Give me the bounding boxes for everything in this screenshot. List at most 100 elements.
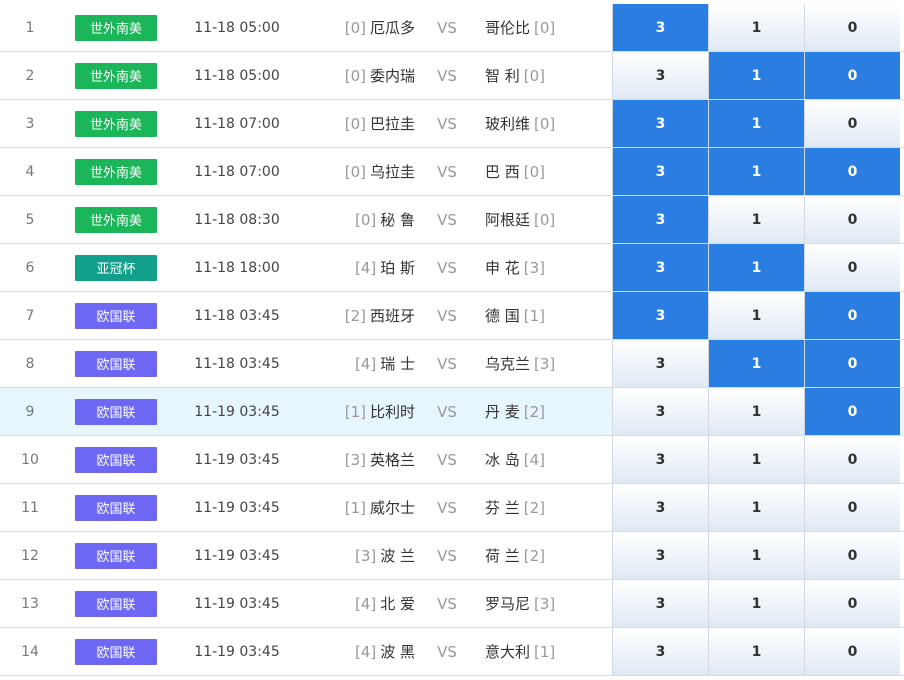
league-badge[interactable]: 欧国联	[75, 446, 157, 473]
away-team[interactable]: 阿根廷 [0]	[477, 196, 612, 243]
league-badge[interactable]: 欧国联	[75, 590, 157, 617]
vs-label: VS	[437, 258, 457, 277]
home-team[interactable]: [1] 威尔士	[302, 484, 417, 531]
away-team[interactable]: 冰 岛 [4]	[477, 436, 612, 483]
match-row: 6 亚冠杯 11-18 18:00 [4] 珀 斯 VS 申 花 [3] 3 1 0	[0, 244, 904, 292]
option-loss-button[interactable]: 0	[804, 52, 900, 99]
away-team[interactable]: 罗马尼 [3]	[477, 580, 612, 627]
match-number: 6	[25, 259, 35, 276]
option-loss-button[interactable]: 0	[804, 580, 900, 627]
away-team[interactable]: 芬 兰 [2]	[477, 484, 612, 531]
option-draw-button[interactable]: 1	[708, 196, 804, 243]
home-team[interactable]: [2] 西班牙	[302, 292, 417, 339]
league-badge[interactable]: 世外南美	[75, 14, 157, 41]
home-team[interactable]: [0] 委内瑞	[302, 52, 417, 99]
option-draw-button[interactable]: 1	[708, 52, 804, 99]
option-loss-button[interactable]: 0	[804, 340, 900, 387]
home-team-name: 委内瑞	[369, 67, 415, 85]
league-badge[interactable]: 世外南美	[75, 110, 157, 137]
home-team[interactable]: [4] 波 黑	[302, 628, 417, 675]
option-win-button[interactable]: 3	[612, 292, 708, 339]
option-loss-button[interactable]: 0	[804, 196, 900, 243]
league-badge[interactable]: 世外南美	[75, 158, 157, 185]
option-loss-button[interactable]: 0	[804, 292, 900, 339]
away-team[interactable]: 荷 兰 [2]	[477, 532, 612, 579]
league-badge[interactable]: 欧国联	[75, 398, 157, 425]
option-win-button[interactable]: 3	[612, 628, 708, 675]
away-team[interactable]: 德 国 [1]	[477, 292, 612, 339]
home-team-name: 秘 鲁	[380, 211, 415, 229]
option-win-button[interactable]: 3	[612, 52, 708, 99]
home-team[interactable]: [0] 厄瓜多	[302, 4, 417, 51]
option-loss-button[interactable]: 0	[804, 484, 900, 531]
option-draw-button[interactable]: 1	[708, 292, 804, 339]
home-team[interactable]: [0] 乌拉圭	[302, 148, 417, 195]
match-row: 9 欧国联 11-19 03:45 [1] 比利时 VS 丹 麦 [2] 3 1 0	[0, 388, 904, 436]
option-loss-button[interactable]: 0	[804, 148, 900, 195]
option-draw-button[interactable]: 1	[708, 340, 804, 387]
match-number: 8	[25, 355, 35, 372]
match-number: 11	[21, 499, 39, 516]
option-draw-button[interactable]: 1	[708, 148, 804, 195]
option-win-button[interactable]: 3	[612, 4, 708, 51]
option-win-button[interactable]: 3	[612, 196, 708, 243]
option-loss-button[interactable]: 0	[804, 628, 900, 675]
away-team[interactable]: 巴 西 [0]	[477, 148, 612, 195]
option-loss-button[interactable]: 0	[804, 4, 900, 51]
option-draw-button[interactable]: 1	[708, 628, 804, 675]
away-team[interactable]: 丹 麦 [2]	[477, 388, 612, 435]
option-win-button[interactable]: 3	[612, 436, 708, 483]
match-time: 11-19 03:45	[194, 451, 280, 468]
option-win-button[interactable]: 3	[612, 532, 708, 579]
home-team-name: 比利时	[369, 403, 415, 421]
away-team[interactable]: 乌克兰 [3]	[477, 340, 612, 387]
option-draw-button[interactable]: 1	[708, 436, 804, 483]
option-draw-button[interactable]: 1	[708, 100, 804, 147]
away-team[interactable]: 申 花 [3]	[477, 244, 612, 291]
away-team-name: 乌克兰	[485, 355, 531, 373]
option-win-button[interactable]: 3	[612, 340, 708, 387]
home-team[interactable]: [0] 秘 鲁	[302, 196, 417, 243]
home-team[interactable]: [3] 英格兰	[302, 436, 417, 483]
option-loss-button[interactable]: 0	[804, 436, 900, 483]
home-team[interactable]: [0] 巴拉圭	[302, 100, 417, 147]
option-draw-button[interactable]: 1	[708, 484, 804, 531]
league-badge[interactable]: 亚冠杯	[75, 254, 157, 281]
league-badge[interactable]: 欧国联	[75, 302, 157, 329]
home-team[interactable]: [3] 波 兰	[302, 532, 417, 579]
option-draw-button[interactable]: 1	[708, 580, 804, 627]
league-badge[interactable]: 欧国联	[75, 494, 157, 521]
option-loss-button[interactable]: 0	[804, 388, 900, 435]
option-draw-button[interactable]: 1	[708, 388, 804, 435]
home-team[interactable]: [4] 珀 斯	[302, 244, 417, 291]
option-win-button[interactable]: 3	[612, 388, 708, 435]
option-loss-button[interactable]: 0	[804, 532, 900, 579]
home-team[interactable]: [4] 瑞 士	[302, 340, 417, 387]
away-team[interactable]: 哥伦比 [0]	[477, 4, 612, 51]
option-win-button[interactable]: 3	[612, 244, 708, 291]
option-loss-button[interactable]: 0	[804, 100, 900, 147]
option-draw-button[interactable]: 1	[708, 4, 804, 51]
away-team[interactable]: 意大利 [1]	[477, 628, 612, 675]
option-draw-button[interactable]: 1	[708, 244, 804, 291]
league-badge[interactable]: 欧国联	[75, 542, 157, 569]
match-time: 11-18 05:00	[194, 67, 280, 84]
league-badge[interactable]: 欧国联	[75, 350, 157, 377]
league-badge[interactable]: 世外南美	[75, 62, 157, 89]
option-win-button[interactable]: 3	[612, 484, 708, 531]
league-badge[interactable]: 世外南美	[75, 206, 157, 233]
option-win-button[interactable]: 3	[612, 148, 708, 195]
option-win-button[interactable]: 3	[612, 100, 708, 147]
home-team[interactable]: [4] 北 爱	[302, 580, 417, 627]
league-badge[interactable]: 欧国联	[75, 638, 157, 665]
away-team[interactable]: 玻利维 [0]	[477, 100, 612, 147]
option-win-button[interactable]: 3	[612, 580, 708, 627]
match-row: 8 欧国联 11-18 03:45 [4] 瑞 士 VS 乌克兰 [3] 3 1 0	[0, 340, 904, 388]
away-team[interactable]: 智 利 [0]	[477, 52, 612, 99]
away-rank: [0]	[534, 210, 556, 229]
home-team-name: 厄瓜多	[369, 19, 415, 37]
option-loss-button[interactable]: 0	[804, 244, 900, 291]
league-cell: 亚冠杯	[60, 244, 172, 291]
option-draw-button[interactable]: 1	[708, 532, 804, 579]
home-team[interactable]: [1] 比利时	[302, 388, 417, 435]
